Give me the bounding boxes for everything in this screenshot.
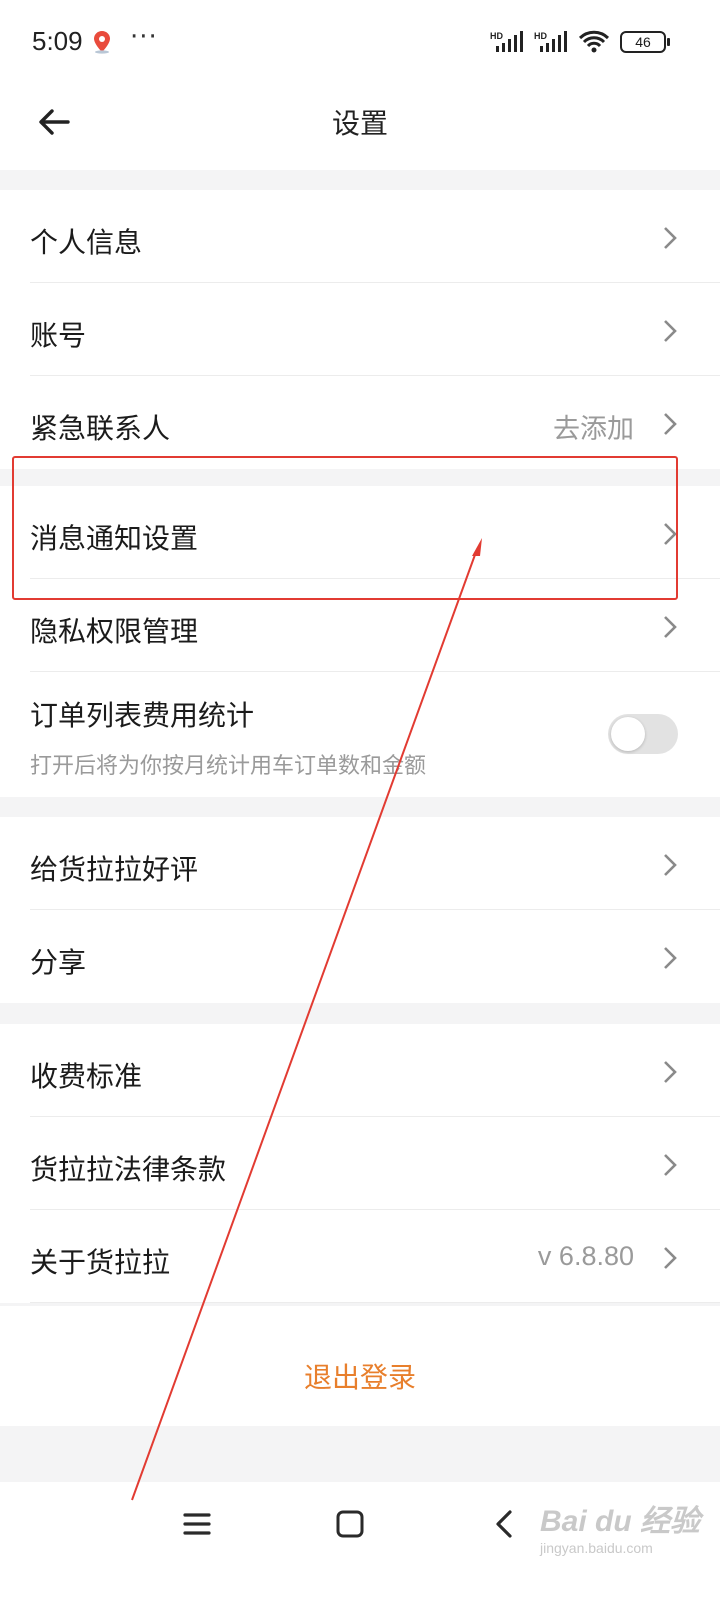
settings-item-emergency-contact[interactable]: 紧急联系人 去添加 — [0, 376, 720, 469]
location-app-icon — [94, 31, 110, 54]
signal-hd-icon: HD — [490, 31, 523, 52]
home-icon[interactable] — [335, 1509, 365, 1539]
signal-hd-icon-2: HD — [534, 31, 567, 52]
settings-item-label: 个人信息 — [30, 226, 143, 259]
chevron-right-icon — [664, 413, 677, 435]
settings-item-label: 隐私权限管理 — [30, 615, 199, 648]
status-time: 5:09 — [32, 26, 83, 56]
battery-icon: 46 — [620, 31, 670, 53]
watermark-url: jingyan.baidu.com — [540, 1540, 653, 1556]
status-indicators: HD HD 46 — [490, 30, 670, 54]
app-version: v 6.8.80 — [537, 1241, 634, 1271]
logout-button[interactable]: 退出登录 — [304, 1356, 416, 1396]
toggle-knob — [611, 717, 645, 751]
settings-group-account: 个人信息 账号 紧急联系人 去添加 — [0, 190, 720, 469]
settings-item-label: 收费标准 — [30, 1060, 143, 1093]
baidu-jingyan-watermark: Bai du 经验 jingyan.baidu.com — [540, 1488, 710, 1578]
settings-item-description: 打开后将为你按月统计用车订单数和金额 — [30, 754, 427, 779]
divider — [30, 1302, 720, 1303]
app-header: 设置 — [0, 84, 720, 170]
settings-item-order-stats: 订单列表费用统计 打开后将为你按月统计用车订单数和金额 — [0, 672, 720, 797]
settings-item-share[interactable]: 分享 — [0, 910, 720, 1003]
settings-item-label: 消息通知设置 — [30, 522, 199, 555]
menu-icon[interactable] — [182, 1509, 212, 1539]
chevron-right-icon — [664, 1154, 677, 1176]
more-notifications-icon: ··· — [130, 22, 158, 52]
settings-item-label: 关于货拉拉 — [30, 1246, 171, 1279]
svg-text:HD: HD — [490, 31, 503, 41]
settings-item-account[interactable]: 账号 — [0, 283, 720, 376]
settings-item-personal-info[interactable]: 个人信息 — [0, 190, 720, 283]
wifi-icon — [578, 30, 610, 53]
settings-item-privacy[interactable]: 隐私权限管理 — [0, 579, 720, 672]
chevron-right-icon — [664, 1061, 677, 1083]
settings-item-label: 分享 — [30, 946, 87, 979]
chevron-right-icon — [664, 320, 677, 342]
settings-item-label: 货拉拉法律条款 — [30, 1153, 227, 1186]
settings-group-share: 给货拉拉好评 分享 — [0, 817, 720, 1003]
page-title: 设置 — [331, 107, 388, 140]
settings-item-legal[interactable]: 货拉拉法律条款 — [0, 1117, 720, 1210]
chevron-right-icon — [664, 616, 677, 638]
settings-item-notification-settings[interactable]: 消息通知设置 — [0, 486, 720, 579]
settings-group-about: 收费标准 货拉拉法律条款 关于货拉拉 v 6.8.80 — [0, 1024, 720, 1303]
settings-item-label: 紧急联系人 — [30, 412, 171, 445]
settings-item-rate-app[interactable]: 给货拉拉好评 — [0, 817, 720, 910]
settings-group-notifications: 消息通知设置 隐私权限管理 订单列表费用统计 打开后将为你按月统计用车订单数和金… — [0, 486, 720, 797]
chevron-right-icon — [664, 227, 677, 249]
chevron-right-icon — [664, 947, 677, 969]
status-bar: 5:09 ··· HD HD 46 — [0, 0, 720, 84]
settings-item-label: 给货拉拉好评 — [30, 853, 199, 886]
chevron-right-icon — [664, 1247, 677, 1269]
chevron-right-icon — [664, 854, 677, 876]
settings-item-pricing[interactable]: 收费标准 — [0, 1024, 720, 1117]
watermark-logo: Bai du 经验 — [540, 1505, 701, 1538]
chevron-right-icon — [664, 523, 677, 545]
settings-item-label: 订单列表费用统计 — [30, 699, 255, 732]
settings-item-label: 账号 — [30, 319, 87, 352]
order-stats-toggle[interactable] — [608, 714, 678, 754]
logout-section: 退出登录 — [0, 1306, 720, 1426]
nav-back-icon[interactable] — [490, 1509, 520, 1539]
settings-item-about[interactable]: 关于货拉拉 v 6.8.80 — [0, 1210, 720, 1303]
settings-item-value: 去添加 — [553, 414, 634, 444]
svg-text:HD: HD — [534, 31, 547, 41]
